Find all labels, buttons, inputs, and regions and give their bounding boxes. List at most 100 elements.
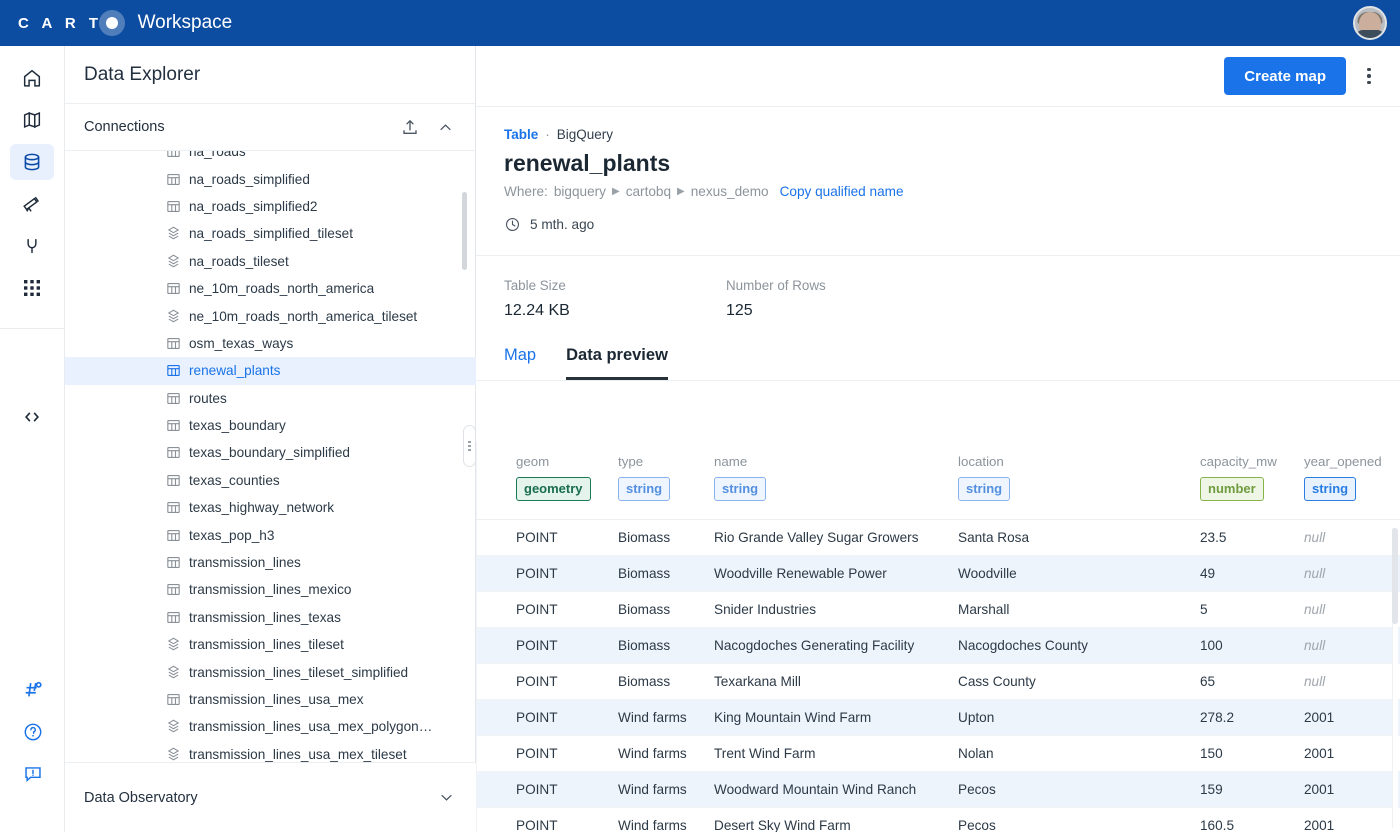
- column-header-capacity_mw[interactable]: capacity_mw number: [1200, 454, 1277, 501]
- tree-item-texas-highway-network[interactable]: texas_highway_network: [65, 494, 476, 521]
- table-row[interactable]: POINT Wind farms Woodward Mountain Wind Ra…: [476, 772, 1400, 808]
- cell-location: Pecos: [958, 818, 996, 832]
- cell-type: Biomass: [618, 530, 671, 545]
- tree-item-na-roads[interactable]: na_roads: [65, 151, 476, 165]
- circle-dot-icon: [98, 10, 125, 36]
- create-map-button[interactable]: Create map: [1224, 57, 1346, 95]
- where-part-2[interactable]: nexus_demo: [691, 184, 769, 199]
- rail-item-developers[interactable]: [10, 399, 54, 435]
- column-header-geom[interactable]: geom geometry: [516, 454, 591, 501]
- column-header-year_opened[interactable]: year_opened string: [1304, 454, 1382, 501]
- where-part-0[interactable]: bigquery: [554, 184, 606, 199]
- chevron-down-icon[interactable]: [437, 788, 456, 807]
- tree-item-label: texas_pop_h3: [189, 527, 275, 543]
- rail-item-connections[interactable]: [10, 228, 54, 264]
- tab-map[interactable]: Map: [504, 346, 536, 380]
- data-preview-table: geom geometry type string name string location…: [476, 442, 1400, 832]
- tree-item-na-roads-simplified-tileset[interactable]: na_roads_simplified_tileset: [65, 220, 476, 247]
- tree-item-renewal-plants[interactable]: renewal_plants: [65, 357, 476, 385]
- carto-logo[interactable]: C A R T Workspace: [18, 10, 232, 36]
- column-type-badge: string: [1304, 477, 1357, 501]
- cell-location: Nacogdoches County: [958, 638, 1088, 653]
- upload-icon[interactable]: [400, 117, 420, 137]
- cell-type: Wind farms: [618, 782, 687, 797]
- tree-item-transmission-lines-tileset[interactable]: transmission_lines_tileset: [65, 631, 476, 658]
- cell-type: Wind farms: [618, 710, 687, 725]
- tree-item-transmission-lines-tileset-simplified[interactable]: transmission_lines_tileset_simplified: [65, 658, 476, 685]
- tree-item-na-roads-simplified[interactable]: na_roads_simplified: [65, 165, 476, 192]
- tree-item-osm-texas-ways[interactable]: osm_texas_ways: [65, 330, 476, 357]
- tree-item-transmission-lines-usa-mex-polygon-[interactable]: transmission_lines_usa_mex_polygon…: [65, 713, 476, 740]
- rail-item-help[interactable]: [11, 714, 55, 750]
- tileset-icon: [165, 225, 182, 242]
- cell-location: Marshall: [958, 602, 1010, 617]
- table-meta: Table · BigQuery renewal_plants Where: b…: [476, 107, 1400, 233]
- stat-value: 125: [726, 302, 753, 319]
- cell-name: Snider Industries: [714, 602, 817, 617]
- tree-item-transmission-lines-texas[interactable]: transmission_lines_texas: [65, 604, 476, 631]
- column-header-location[interactable]: location string: [958, 454, 1011, 501]
- tree-item-texas-boundary[interactable]: texas_boundary: [65, 412, 476, 439]
- tree-item-transmission-lines-usa-mex[interactable]: transmission_lines_usa_mex: [65, 686, 476, 713]
- table-scrollbar-thumb[interactable]: [1392, 528, 1398, 624]
- tree-item-texas-counties[interactable]: texas_counties: [65, 467, 476, 494]
- table-row[interactable]: POINT Wind farms Desert Sky Wind Farm Pecos…: [476, 808, 1400, 832]
- cell-year_opened: null: [1304, 602, 1326, 617]
- chevron-up-icon[interactable]: [436, 118, 455, 137]
- table-row[interactable]: POINT Wind farms Trent Wind Farm Nolan 150 20…: [476, 736, 1400, 772]
- data-observatory-section[interactable]: Data Observatory: [65, 762, 476, 832]
- tree-item-na-roads-simplified2[interactable]: na_roads_simplified2: [65, 193, 476, 220]
- column-header-name[interactable]: name string: [714, 454, 767, 501]
- rail-item-home[interactable]: [10, 60, 54, 96]
- panel-resize-handle[interactable]: [463, 425, 476, 467]
- main-toolbar: Create map: [476, 46, 1400, 107]
- tree-item-transmission-lines-mexico[interactable]: transmission_lines_mexico: [65, 576, 476, 603]
- rail-item-spatial-index[interactable]: [11, 672, 55, 708]
- table-row[interactable]: POINT Biomass Texarkana Mill Cass County 65 n…: [476, 664, 1400, 700]
- chevron-right-icon-0: ▶: [611, 186, 620, 197]
- where-part-1[interactable]: cartobq: [626, 184, 671, 199]
- avatar[interactable]: [1353, 6, 1387, 40]
- tree-item-texas-pop-h3[interactable]: texas_pop_h3: [65, 521, 476, 548]
- table-row[interactable]: POINT Biomass Woodville Renewable Power Woo…: [476, 556, 1400, 592]
- rail-item-maps[interactable]: [10, 102, 54, 138]
- cell-name: Desert Sky Wind Farm: [714, 818, 851, 832]
- grid-icon: [24, 280, 40, 296]
- table-row[interactable]: POINT Biomass Snider Industries Marshall 5 nu…: [476, 592, 1400, 628]
- more-vertical-icon[interactable]: [1354, 59, 1384, 93]
- rail-item-data-explorer[interactable]: [10, 144, 54, 180]
- cell-year_opened: null: [1304, 530, 1326, 545]
- tree-item-ne-10m-roads-north-america-tileset[interactable]: ne_10m_roads_north_america_tileset: [65, 302, 476, 329]
- table-row[interactable]: POINT Biomass Nacogdoches Generating Facil…: [476, 628, 1400, 664]
- breadcrumb-type[interactable]: Table: [504, 127, 538, 142]
- column-header-type[interactable]: type string: [618, 454, 671, 501]
- hash-dot-icon: [25, 681, 42, 697]
- table-row[interactable]: POINT Wind farms King Mountain Wind Farm Up…: [476, 700, 1400, 736]
- table-icon: [165, 444, 182, 461]
- clock-icon: [504, 216, 521, 233]
- tree-item-ne-10m-roads-north-america[interactable]: ne_10m_roads_north_america: [65, 275, 476, 302]
- carto-logo-letters: C A R T: [18, 14, 103, 32]
- table-icon: [165, 362, 182, 379]
- rail-item-apps[interactable]: [10, 270, 54, 306]
- tree-item-na-roads-tileset[interactable]: na_roads_tileset: [65, 248, 476, 275]
- data-explorer-panel: Data Explorer Connections na_roads na_roa…: [65, 46, 476, 832]
- rail-item-data-observatory[interactable]: [10, 186, 54, 222]
- tab-data-preview[interactable]: Data preview: [566, 346, 668, 380]
- tree-item-routes[interactable]: routes: [65, 385, 476, 412]
- tree-item-transmission-lines[interactable]: transmission_lines: [65, 549, 476, 576]
- rail-item-feedback[interactable]: [11, 756, 55, 792]
- cell-name: Woodville Renewable Power: [714, 566, 887, 581]
- top-bar: C A R T Workspace: [0, 0, 1400, 46]
- copy-qualified-name-link[interactable]: Copy qualified name: [780, 184, 904, 199]
- panel-scrollbar-thumb[interactable]: [462, 192, 467, 270]
- avatar-shirt: [1355, 30, 1385, 38]
- home-icon: [23, 69, 41, 87]
- tree-item-label: transmission_lines_mexico: [189, 582, 352, 598]
- connections-tree[interactable]: na_roads na_roads_simplified na_roads_simp…: [65, 151, 476, 808]
- connections-header: Connections: [65, 104, 475, 151]
- tree-item-texas-boundary-simplified[interactable]: texas_boundary_simplified: [65, 439, 476, 466]
- table-row[interactable]: POINT Biomass Rio Grande Valley Sugar Grow…: [476, 520, 1400, 556]
- content-tabs: Map Data preview: [476, 346, 1400, 381]
- stat-table-size: Table Size 12.24 KB: [504, 278, 726, 320]
